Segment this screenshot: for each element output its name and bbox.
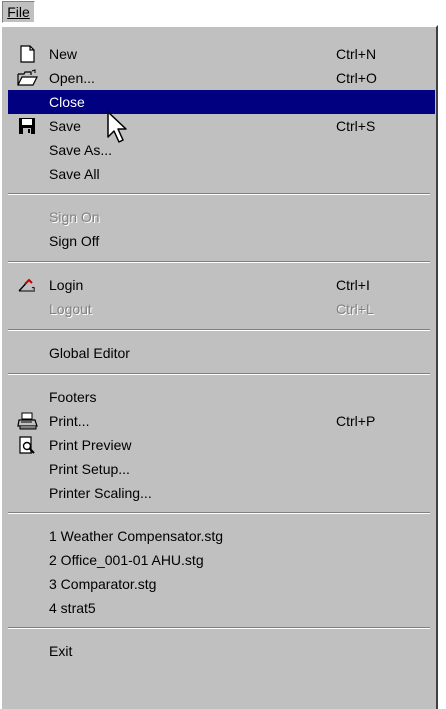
menu-separator	[8, 193, 430, 195]
menu-item-print-preview-label: Print Preview	[49, 437, 132, 453]
menu-item-save[interactable]: Save Ctrl+S	[8, 114, 435, 138]
recent-file-label: 2 Office_001-01 AHU.stg	[49, 552, 204, 568]
printer-icon	[17, 412, 39, 430]
menu-item-save-all[interactable]: Save All	[8, 162, 435, 186]
menu-separator	[8, 627, 430, 629]
menu-separator	[8, 329, 430, 331]
menu-item-print-preview[interactable]: Print Preview	[8, 433, 435, 457]
menu-item-sign-off-label: Sign Off	[49, 233, 100, 249]
recent-file-label: 3 Comparator.stg	[49, 576, 157, 592]
menu-item-new-label: New	[49, 46, 78, 62]
menu-item-open[interactable]: Open... Ctrl+O	[8, 66, 435, 90]
menu-item-login-label: Login	[49, 277, 84, 293]
menu-separator	[8, 373, 430, 375]
menu-item-printer-scaling[interactable]: Printer Scaling...	[8, 481, 435, 505]
menu-item-new-shortcut: Ctrl+N	[336, 46, 377, 62]
menu-item-footers[interactable]: Footers	[8, 385, 435, 409]
menu-separator	[8, 512, 430, 514]
menu-item-recent-file[interactable]: 4 strat5	[8, 596, 435, 620]
menu-item-print-label: Print...	[49, 413, 90, 429]
recent-file-label: 1 Weather Compensator.stg	[49, 528, 224, 544]
menu-item-sign-on-label: Sign On	[49, 209, 100, 225]
menu-item-sign-off[interactable]: Sign Off	[8, 229, 435, 253]
menu-item-close-label: Close	[49, 94, 85, 110]
menu-item-footers-label: Footers	[49, 389, 97, 405]
login-pen-icon	[17, 276, 39, 294]
menu-item-logout-label: Logout	[49, 301, 92, 317]
menu-item-login[interactable]: Login Ctrl+I	[8, 273, 435, 297]
menu-item-save-label: Save	[49, 118, 81, 134]
menu-item-save-all-label: Save All	[49, 166, 100, 182]
menu-item-print-setup[interactable]: Print Setup...	[8, 457, 435, 481]
menu-item-new[interactable]: New Ctrl+N	[8, 42, 435, 66]
file-menu-dropdown: New Ctrl+N Open... Ctrl+O Close Save Ctr…	[0, 25, 438, 709]
menu-item-exit-label: Exit	[49, 643, 73, 659]
recent-file-label: 4 strat5	[49, 600, 96, 616]
menu-item-global-editor[interactable]: Global Editor	[8, 341, 435, 365]
menu-item-sign-on[interactable]: Sign On	[8, 205, 435, 229]
menu-item-open-label: Open...	[49, 70, 95, 86]
menu-item-exit[interactable]: Exit	[8, 639, 435, 663]
menu-item-recent-file[interactable]: 2 Office_001-01 AHU.stg	[8, 548, 435, 572]
menu-item-global-editor-label: Global Editor	[49, 345, 130, 361]
menu-item-print[interactable]: Print... Ctrl+P	[8, 409, 435, 433]
floppy-disk-icon	[17, 117, 39, 135]
menu-item-save-shortcut: Ctrl+S	[336, 118, 376, 134]
menu-item-close[interactable]: Close	[8, 90, 435, 114]
menu-item-print-setup-label: Print Setup...	[49, 461, 130, 477]
menu-separator	[8, 261, 430, 263]
menu-item-open-shortcut: Ctrl+O	[336, 70, 377, 86]
menu-item-logout[interactable]: Logout Ctrl+L	[8, 297, 435, 321]
menu-item-recent-file[interactable]: 1 Weather Compensator.stg	[8, 524, 435, 548]
menu-item-print-shortcut: Ctrl+P	[336, 413, 376, 429]
menu-item-save-as-label: Save As...	[49, 142, 113, 158]
menu-item-logout-shortcut: Ctrl+L	[336, 301, 374, 317]
menu-item-printer-scaling-label: Printer Scaling...	[49, 485, 152, 501]
open-folder-icon	[17, 69, 39, 87]
new-document-icon	[17, 45, 39, 63]
mouse-pointer-icon	[107, 111, 127, 143]
menu-item-save-as[interactable]: Save As...	[8, 138, 435, 162]
menu-item-login-shortcut: Ctrl+I	[336, 277, 370, 293]
menu-item-recent-file[interactable]: 3 Comparator.stg	[8, 572, 435, 596]
print-preview-icon	[17, 436, 39, 454]
menu-file[interactable]: File	[2, 1, 35, 23]
